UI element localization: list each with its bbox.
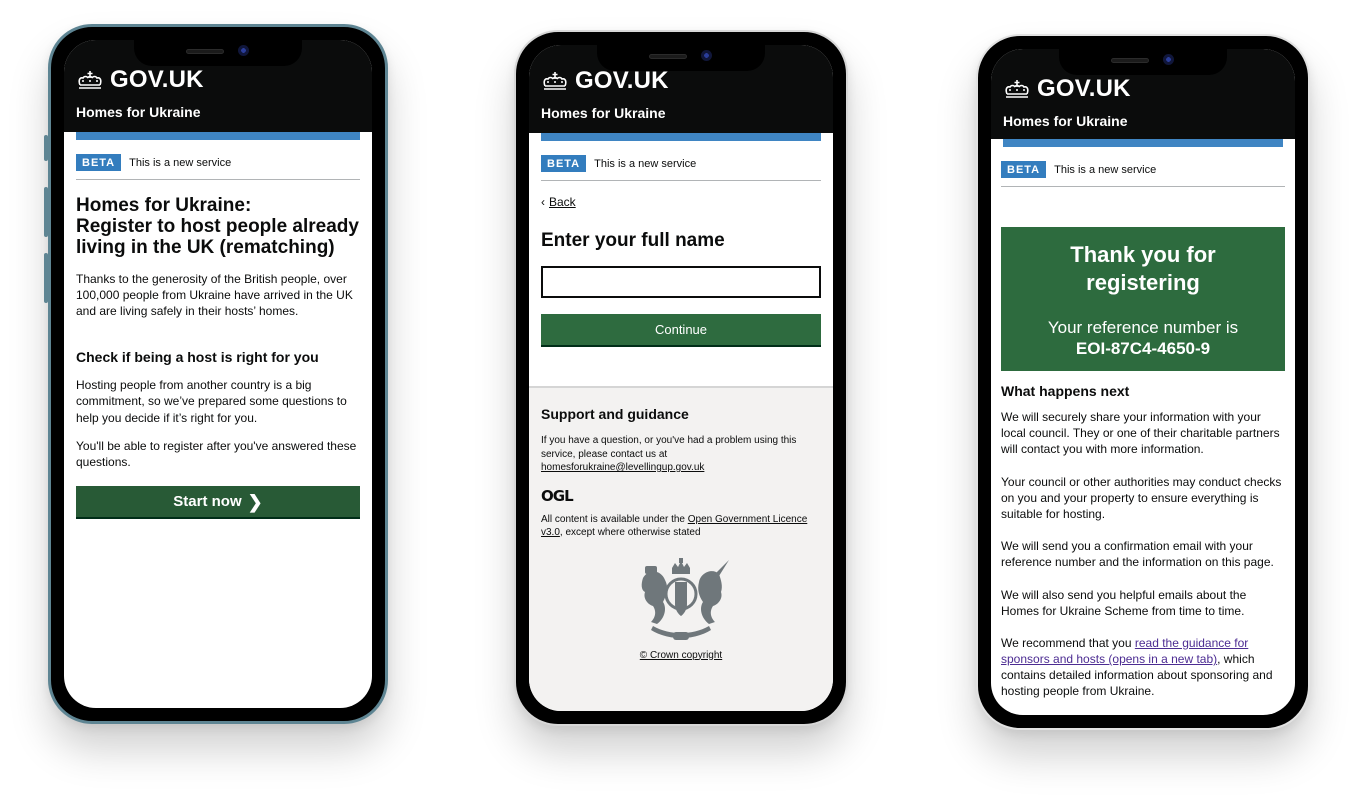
beta-tag: BETA: [1001, 161, 1047, 178]
next-step-paragraph: We will send you a confirmation email wi…: [1001, 539, 1274, 570]
phase-banner-text: This is a new service: [1054, 163, 1157, 176]
next-step-paragraph: Your council or other authorities may co…: [1001, 474, 1282, 521]
camera-icon: [238, 45, 249, 56]
govuk-logo-link[interactable]: GOV.UK: [1003, 77, 1283, 101]
contact-text: If you have a question, or you've had a …: [541, 435, 797, 460]
phone-screen: GOV.UK Homes for Ukraine BETA This is a …: [64, 40, 372, 708]
crown-copyright-link[interactable]: © Crown copyright: [640, 650, 722, 661]
royal-coat-of-arms-icon: [641, 557, 729, 640]
reference-number: EOI-87C4-4650-9: [1075, 339, 1211, 358]
phone-side-button: [44, 253, 48, 303]
speaker-icon: [186, 49, 224, 54]
chevron-right-icon: ❯: [247, 491, 263, 512]
crown-icon: [541, 70, 569, 92]
intro-paragraph: Thanks to the generosity of the British …: [76, 271, 353, 319]
service-name-link[interactable]: Homes for Ukraine: [1003, 113, 1283, 129]
footer-contact-text: If you have a question, or you've had a …: [541, 434, 821, 475]
phase-banner: BETA This is a new service: [76, 140, 360, 180]
back-link[interactable]: ‹ Back: [541, 195, 821, 209]
licence-prefix: All content is available under the: [541, 513, 685, 525]
contact-email-link[interactable]: homesforukraine@levellingup.gov.uk: [541, 462, 704, 473]
phone-notch: [134, 40, 302, 66]
header-blue-bar: [541, 133, 821, 141]
licence-suffix: , except where otherwise stated: [559, 527, 701, 538]
confirmation-title: Thank you for registering: [1070, 242, 1216, 295]
beta-tag: BETA: [76, 154, 122, 171]
service-name-link[interactable]: Homes for Ukraine: [541, 105, 821, 121]
service-name-link[interactable]: Homes for Ukraine: [76, 104, 360, 120]
chevron-left-icon: ‹: [541, 195, 545, 209]
body-paragraph: Hosting people from another country is a…: [76, 378, 347, 425]
next-step-paragraph: We will also send you helpful emails abo…: [1001, 587, 1247, 618]
phone-side-button: [44, 187, 48, 237]
phone-mockup-confirmation: GOV.UK Homes for Ukraine BETA This is a …: [976, 34, 1310, 730]
phase-banner: BETA This is a new service: [541, 141, 821, 181]
phone-notch: [1059, 49, 1227, 75]
speaker-icon: [649, 54, 687, 59]
beta-tag: BETA: [541, 155, 587, 172]
footer-heading: Support and guidance: [541, 406, 689, 422]
recommend-paragraph: We recommend that you read the guidance …: [1001, 635, 1285, 700]
back-link-text: Back: [549, 195, 576, 209]
start-now-label: Start now: [173, 493, 242, 511]
body-paragraph: You'll be able to register after you've …: [76, 438, 357, 469]
govuk-logo-link[interactable]: GOV.UK: [76, 68, 360, 92]
question-heading: Enter your full name: [541, 230, 725, 251]
header-blue-bar: [1003, 139, 1283, 147]
phone-screen: GOV.UK Homes for Ukraine BETA This is a …: [991, 49, 1295, 715]
reference-label: Your reference number is: [1047, 318, 1239, 337]
licence-text: All content is available under the Open …: [541, 513, 821, 540]
crown-icon: [76, 69, 104, 91]
phone-screen: GOV.UK Homes for Ukraine BETA This is a …: [529, 45, 833, 711]
section-heading: Check if being a host is right for you: [76, 349, 319, 366]
phase-banner-text: This is a new service: [594, 157, 697, 170]
page-title-line1: Homes for Ukraine:: [76, 195, 252, 216]
brand-text: GOV.UK: [575, 67, 669, 94]
continue-button[interactable]: Continue: [541, 313, 821, 345]
phone-notch: [597, 45, 765, 71]
confirmation-panel: Thank you for registering Your reference…: [1001, 227, 1285, 371]
phone-mockup-start-page: GOV.UK Homes for Ukraine BETA This is a …: [44, 24, 388, 724]
phase-banner: BETA This is a new service: [1001, 147, 1285, 187]
start-now-button[interactable]: Start now ❯: [76, 486, 360, 518]
ogl-logo-icon: OGL: [541, 486, 574, 505]
recommend-prefix: We recommend that you: [1001, 635, 1132, 650]
brand-text: GOV.UK: [110, 66, 204, 93]
full-name-input[interactable]: [541, 265, 821, 298]
page-title-line2: Register to host people already living i…: [76, 215, 359, 258]
page-title: Homes for Ukraine: Register to host peop…: [76, 195, 360, 259]
next-step-paragraph: We will securely share your information …: [1001, 410, 1280, 457]
camera-icon: [1163, 54, 1174, 65]
phone-side-button: [44, 135, 48, 161]
phone-mockup-name-question: GOV.UK Homes for Ukraine BETA This is a …: [514, 30, 848, 726]
camera-icon: [701, 50, 712, 61]
header-blue-bar: [76, 132, 360, 140]
support-footer: Support and guidance If you have a quest…: [529, 386, 833, 711]
brand-text: GOV.UK: [1037, 75, 1131, 102]
what-happens-next-heading: What happens next: [1001, 383, 1130, 399]
phase-banner-text: This is a new service: [129, 156, 232, 169]
crown-icon: [1003, 78, 1031, 100]
speaker-icon: [1111, 58, 1149, 63]
govuk-logo-link[interactable]: GOV.UK: [541, 69, 821, 93]
